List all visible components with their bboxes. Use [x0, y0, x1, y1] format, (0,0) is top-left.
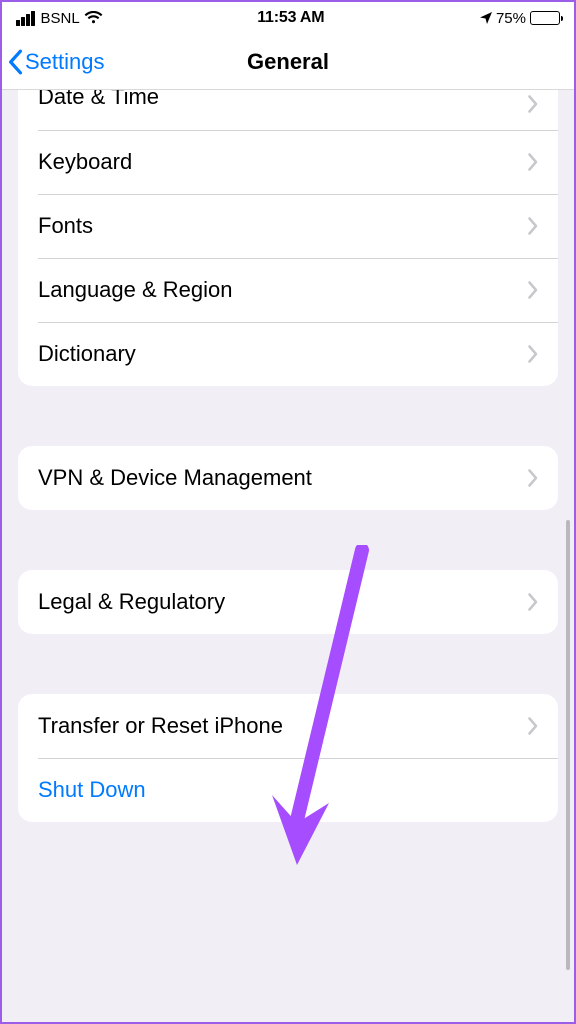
battery-icon	[530, 11, 560, 25]
row-label: Fonts	[38, 213, 93, 239]
settings-group-vpn: VPN & Device Management	[18, 446, 558, 510]
settings-group-legal: Legal & Regulatory	[18, 570, 558, 634]
row-keyboard[interactable]: Keyboard	[18, 130, 558, 194]
chevron-right-icon	[528, 345, 538, 363]
status-right: 75%	[479, 10, 560, 27]
chevron-right-icon	[528, 281, 538, 299]
carrier-label: BSNL	[41, 10, 80, 27]
row-label: Language & Region	[38, 277, 233, 303]
chevron-right-icon	[528, 593, 538, 611]
row-transfer-reset[interactable]: Transfer or Reset iPhone	[18, 694, 558, 758]
row-date-time[interactable]: Date & Time	[18, 90, 558, 130]
chevron-right-icon	[528, 153, 538, 171]
page-title: General	[247, 49, 329, 75]
nav-bar: Settings General	[2, 34, 574, 90]
chevron-right-icon	[528, 717, 538, 735]
back-label: Settings	[25, 49, 105, 75]
row-label: VPN & Device Management	[38, 465, 312, 491]
settings-group-general: Date & Time Keyboard Fonts Language & Re…	[18, 90, 558, 386]
chevron-right-icon	[528, 95, 538, 113]
row-legal-regulatory[interactable]: Legal & Regulatory	[18, 570, 558, 634]
status-bar: BSNL 11:53 AM 75%	[2, 2, 574, 34]
row-fonts[interactable]: Fonts	[18, 194, 558, 258]
wifi-icon	[84, 11, 103, 25]
clock-label: 11:53 AM	[257, 9, 324, 27]
row-dictionary[interactable]: Dictionary	[18, 322, 558, 386]
row-language-region[interactable]: Language & Region	[18, 258, 558, 322]
scroll-indicator[interactable]	[566, 520, 570, 970]
row-label: Keyboard	[38, 149, 132, 175]
cellular-signal-icon	[16, 11, 35, 26]
chevron-right-icon	[528, 217, 538, 235]
row-label: Dictionary	[38, 341, 136, 367]
row-shut-down[interactable]: Shut Down	[18, 758, 558, 822]
settings-group-reset: Transfer or Reset iPhone Shut Down	[18, 694, 558, 822]
row-label: Transfer or Reset iPhone	[38, 713, 283, 739]
location-icon	[479, 11, 493, 25]
back-button[interactable]: Settings	[2, 49, 105, 75]
row-label: Shut Down	[38, 777, 146, 803]
row-label: Legal & Regulatory	[38, 589, 225, 615]
row-label: Date & Time	[38, 90, 159, 110]
chevron-left-icon	[7, 49, 23, 75]
content[interactable]: Date & Time Keyboard Fonts Language & Re…	[2, 90, 574, 1022]
chevron-right-icon	[528, 469, 538, 487]
status-left: BSNL	[16, 10, 103, 27]
row-vpn-device-management[interactable]: VPN & Device Management	[18, 446, 558, 510]
battery-percentage: 75%	[496, 10, 526, 27]
